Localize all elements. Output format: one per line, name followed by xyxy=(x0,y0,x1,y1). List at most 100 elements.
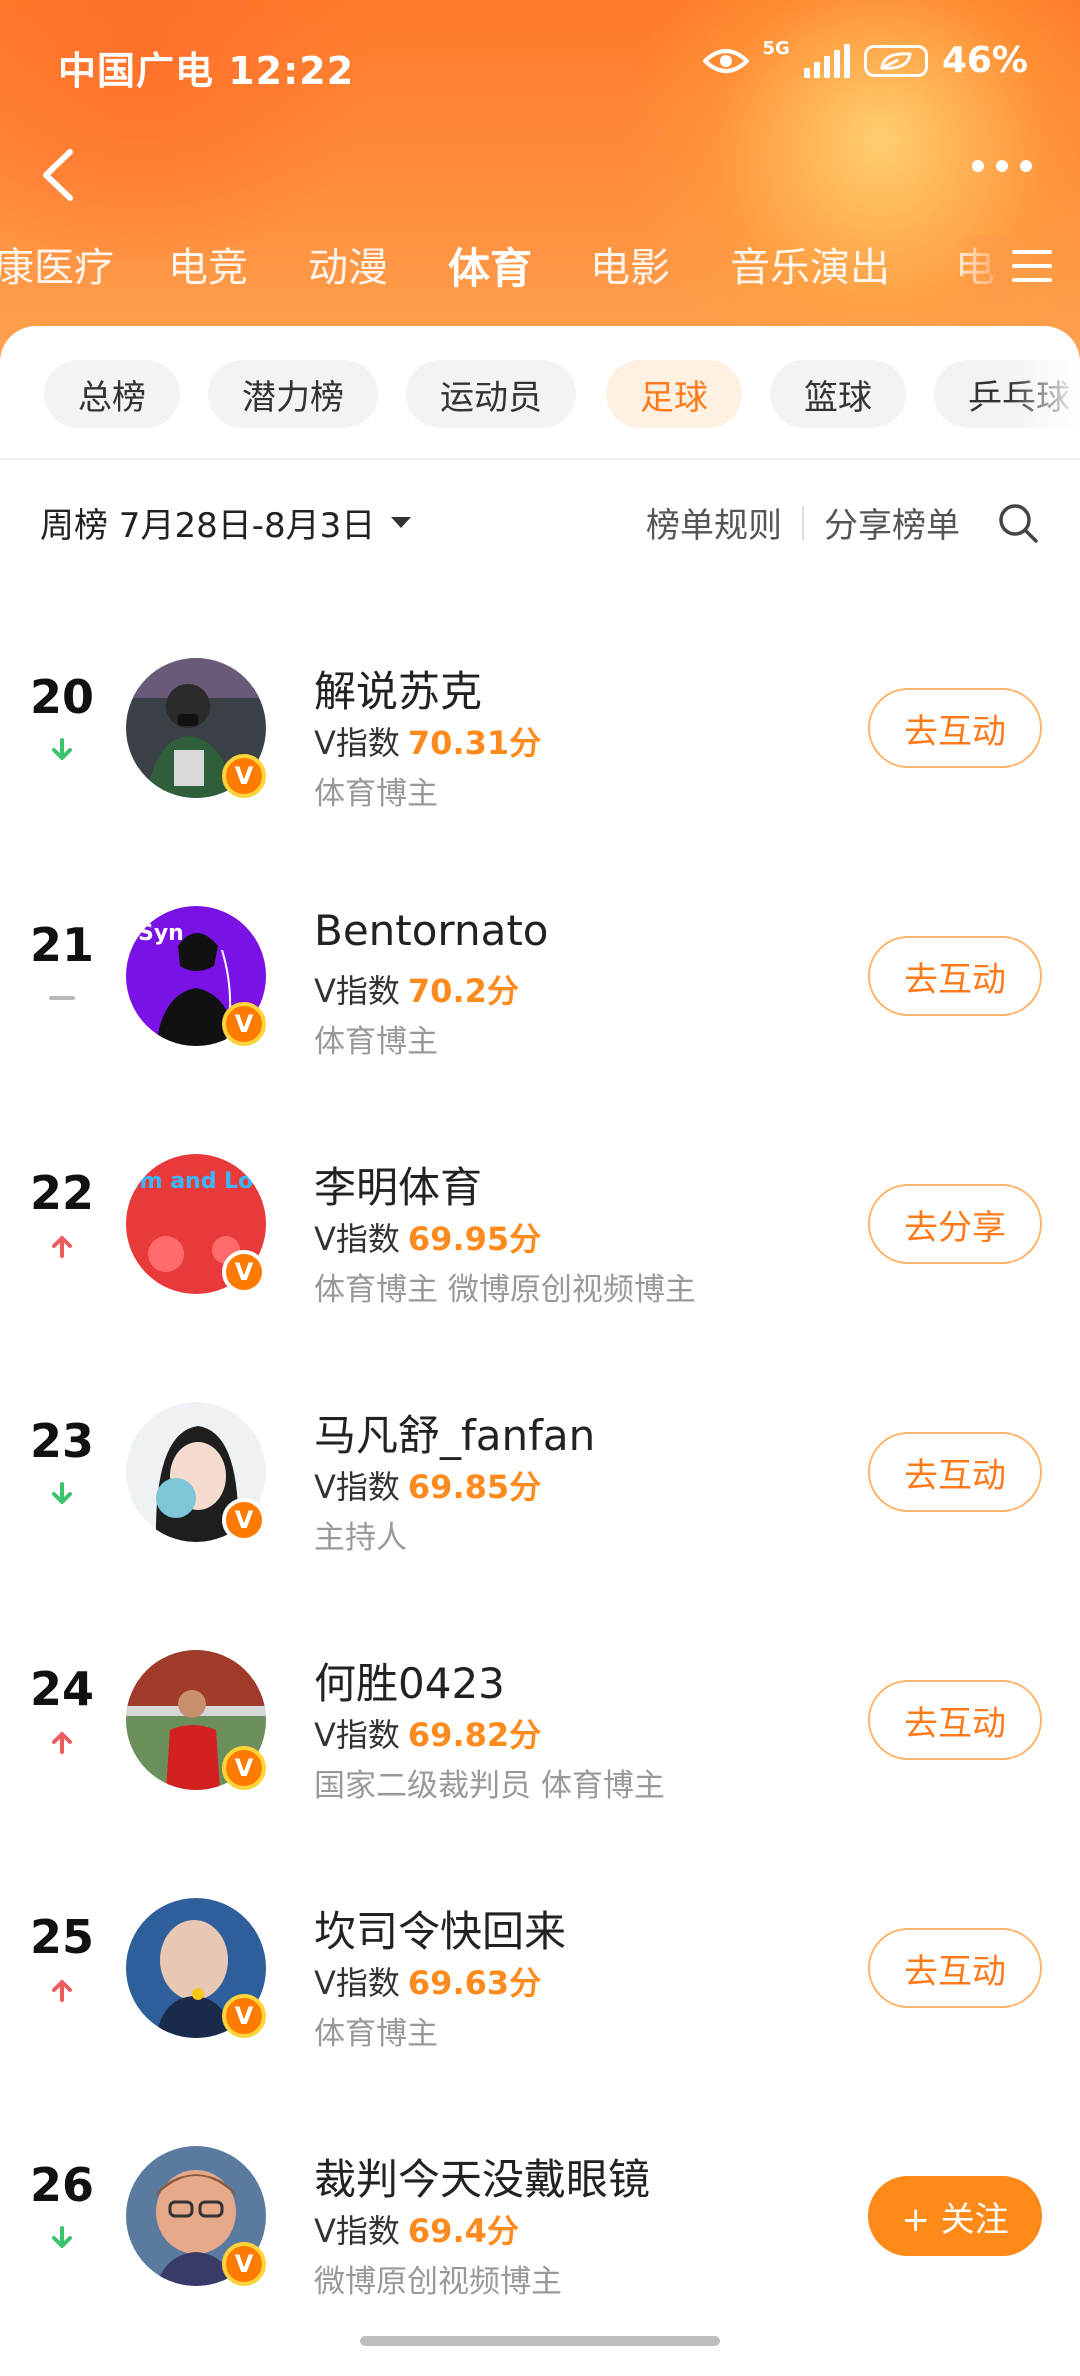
score-line: V指数 69.4分 xyxy=(314,2206,519,2252)
chip-overall[interactable]: 总榜 xyxy=(44,360,180,428)
user-tags: 主持人 xyxy=(314,1520,407,1556)
score-label: V指数 xyxy=(314,972,400,1010)
verified-badge-icon: V xyxy=(222,1994,266,2038)
interact-button[interactable]: 去互动 xyxy=(868,1432,1042,1512)
list-item[interactable]: 20 V 解说苏克 V指数 70.31分 体育博主 去互动 xyxy=(0,628,1080,828)
rank-number: 21 xyxy=(29,918,94,972)
user-name[interactable]: 李明体育 xyxy=(314,1154,482,1215)
chip-football[interactable]: 足球 xyxy=(606,360,742,428)
score-label: V指数 xyxy=(314,1716,400,1754)
tab-health[interactable]: 康医疗 xyxy=(0,235,114,293)
back-button[interactable] xyxy=(30,140,90,210)
trend-down-icon xyxy=(52,1482,72,1504)
period-selector[interactable]: 周榜 7月28日-8月3日 xyxy=(40,498,412,547)
share-link[interactable]: 分享榜单 xyxy=(824,498,960,547)
interact-button[interactable]: 去互动 xyxy=(868,1680,1042,1760)
category-tabs: 康医疗 电竞 动漫 体育 电影 音乐演出 电 xyxy=(0,235,1080,315)
chip-athletes[interactable]: 运动员 xyxy=(406,360,576,428)
score-value: 69.63分 xyxy=(407,1964,542,2002)
user-tags: 体育博主 xyxy=(314,776,438,812)
list-item[interactable]: 22 Keep Calm and Love Footb V 李明体育 V指数69… xyxy=(0,1124,1080,1324)
follow-button[interactable]: + 关注 xyxy=(868,2176,1042,2256)
chip-potential[interactable]: 潜力榜 xyxy=(208,360,378,428)
tab-music[interactable]: 音乐演出 xyxy=(730,235,890,293)
user-name[interactable]: 裁判今天没戴眼镜 xyxy=(314,2146,650,2207)
score-label: V指数 xyxy=(314,1964,400,2002)
user-tags: 体育博主 微博原创视频博主 xyxy=(314,1272,696,1308)
user-name[interactable]: Bentornato xyxy=(314,906,549,955)
tab-anime[interactable]: 动漫 xyxy=(308,235,388,293)
divider xyxy=(0,458,1080,460)
score-label: V指数 xyxy=(314,1220,400,1258)
trend-up-icon xyxy=(52,1980,72,2002)
interact-button[interactable]: 去互动 xyxy=(868,936,1042,1016)
list-item[interactable]: 24 V 何胜0423 V指数 69.82分 国家二级裁判员 体育博主 去互动 xyxy=(0,1620,1080,1820)
filter-chips: 总榜 潜力榜 运动员 足球 篮球 乒乓球 xyxy=(0,360,1080,440)
battery-level: 46% xyxy=(941,40,1028,81)
more-options-button[interactable] xyxy=(972,160,1032,172)
verified-badge-icon: V xyxy=(222,2242,266,2286)
trend-down-icon xyxy=(52,2226,72,2248)
search-icon[interactable] xyxy=(996,501,1040,545)
share-action-button[interactable]: 去分享 xyxy=(868,1184,1042,1264)
tab-esports[interactable]: 电竞 xyxy=(168,235,248,293)
tab-sports[interactable]: 体育 xyxy=(448,235,532,296)
list-item[interactable]: 26 V 裁判今天没戴眼镜 V指数 69.4分 微博原创视频博主 + 关注 xyxy=(0,2116,1080,2316)
user-name[interactable]: 何胜0423 xyxy=(314,1650,505,1711)
category-menu-button[interactable] xyxy=(1012,250,1052,284)
signal-icon xyxy=(803,43,850,78)
list-item[interactable]: 25 V 坎司令快回来 V指数 69.63分 体育博主 去互动 xyxy=(0,1868,1080,2068)
rank-number: 25 xyxy=(29,1910,94,1964)
rank-number: 22 xyxy=(29,1166,94,1220)
home-indicator[interactable] xyxy=(360,2336,720,2346)
interact-button[interactable]: 去互动 xyxy=(868,688,1042,768)
link-separator xyxy=(802,505,804,540)
tab-movies[interactable]: 电影 xyxy=(590,235,670,293)
score-value: 69.95分 xyxy=(407,1220,542,1258)
carrier-time: 中国广电 12:22 xyxy=(58,49,355,93)
score-line: V指数 70.31分 xyxy=(314,718,541,764)
score-value: 70.2分 xyxy=(407,972,519,1010)
chip-fade xyxy=(1010,360,1080,440)
list-item[interactable]: 21 Syn V Bentornato V指数 70.2分 体育博主 去互动 xyxy=(0,876,1080,1076)
user-tags: 国家二级裁判员 体育博主 xyxy=(314,1768,665,1804)
verified-badge-icon: V xyxy=(222,1746,266,1790)
verified-badge-icon: V xyxy=(222,1498,266,1542)
tab-fade xyxy=(950,235,1010,305)
rank-number: 23 xyxy=(29,1414,94,1468)
score-line: V指数 70.2分 xyxy=(314,966,519,1012)
trend-up-icon xyxy=(52,1732,72,1754)
avatar-text: Syn xyxy=(138,921,184,946)
user-name[interactable]: 坎司令快回来 xyxy=(314,1898,566,1959)
score-label: V指数 xyxy=(314,724,400,762)
chevron-left-icon xyxy=(43,149,73,201)
user-name[interactable]: 解说苏克 xyxy=(314,658,482,719)
score-value: 69.82分 xyxy=(407,1716,542,1754)
list-item[interactable]: 23 V 马凡舒_fanfan V指数 69.85分 主持人 去互动 xyxy=(0,1372,1080,1572)
status-bar: 中国广电 12:22 5G 46% xyxy=(0,0,1080,130)
battery-leaf-icon xyxy=(863,44,928,77)
interact-button[interactable]: 去互动 xyxy=(868,1928,1042,2008)
verified-badge-icon: V xyxy=(222,1250,266,1294)
avatar-text: Keep Calm and Love Footb xyxy=(126,1169,266,1194)
user-name[interactable]: 马凡舒_fanfan xyxy=(314,1402,595,1463)
caret-down-icon xyxy=(391,517,412,528)
user-tags: 微博原创视频博主 xyxy=(314,2264,562,2300)
rank-number: 24 xyxy=(29,1662,94,1716)
verified-badge-icon: V xyxy=(222,1002,266,1046)
rules-link[interactable]: 榜单规则 xyxy=(646,498,782,547)
score-line: V指数 69.95分 xyxy=(314,1214,541,1260)
score-label: V指数 xyxy=(314,2212,400,2250)
score-value: 69.85分 xyxy=(407,1468,542,1506)
user-tags: 体育博主 xyxy=(314,2016,438,2052)
header-links: 榜单规则 分享榜单 xyxy=(646,498,1040,547)
score-line: V指数 69.82分 xyxy=(314,1710,541,1756)
network-type: 5G xyxy=(762,38,790,59)
rank-number: 20 xyxy=(29,670,94,724)
score-label: V指数 xyxy=(314,1468,400,1506)
user-tags: 体育博主 xyxy=(314,1024,438,1060)
score-value: 70.31分 xyxy=(407,724,542,762)
chip-basketball[interactable]: 篮球 xyxy=(770,360,906,428)
score-value: 69.4分 xyxy=(407,2212,519,2250)
trend-down-icon xyxy=(52,738,72,760)
